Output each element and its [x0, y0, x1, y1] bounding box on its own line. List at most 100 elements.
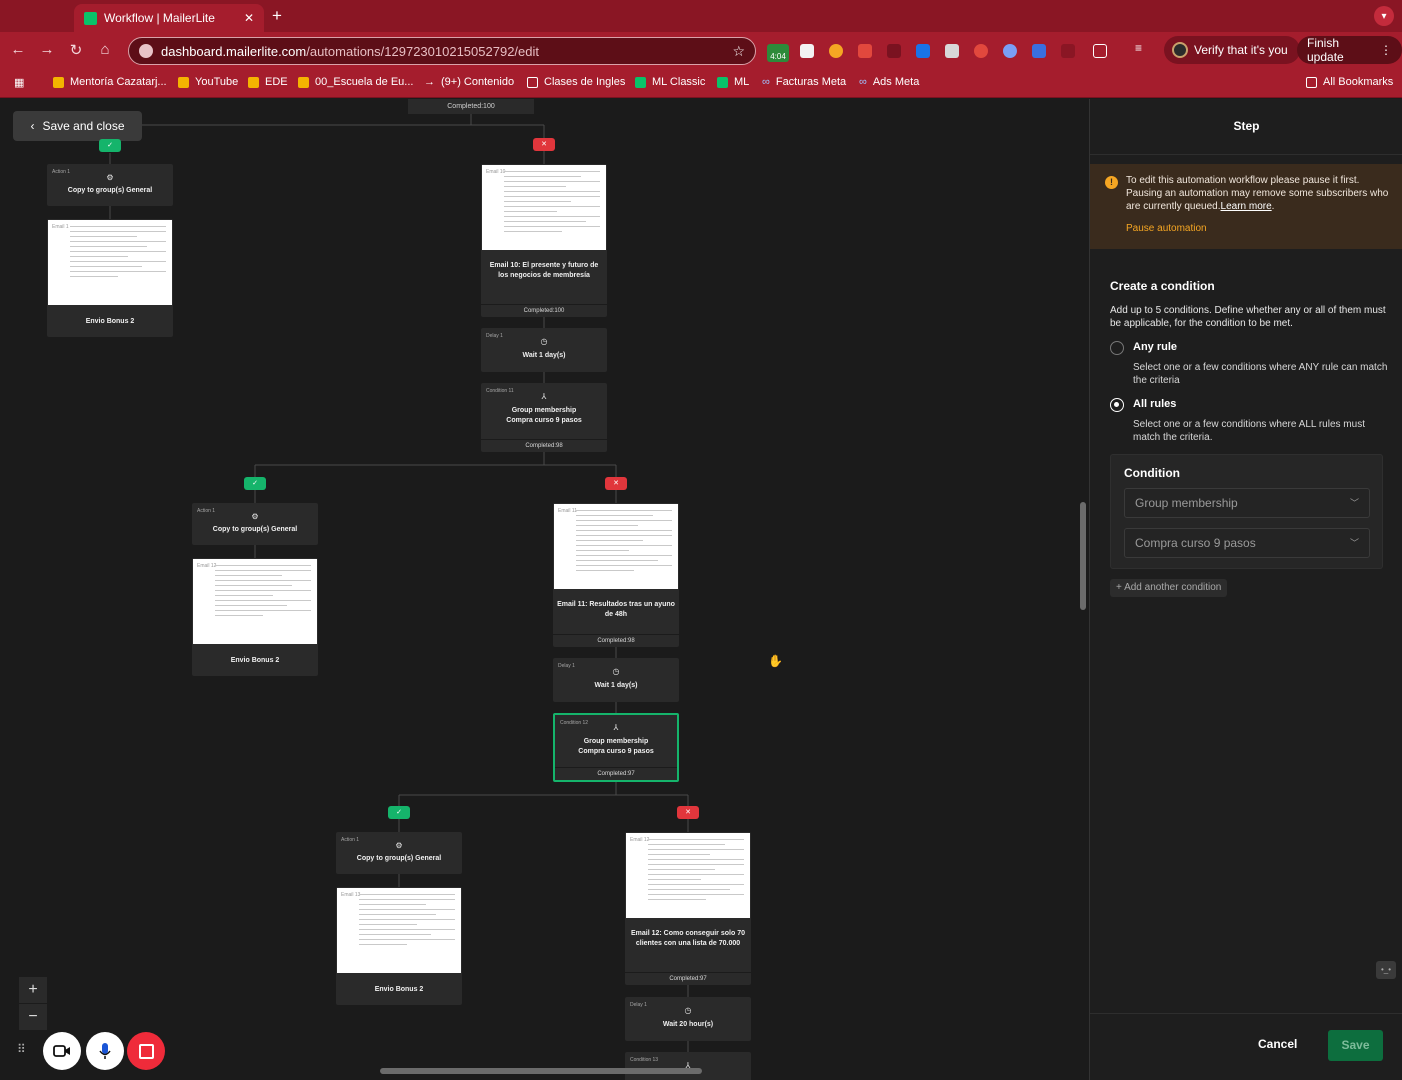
- finish-update-label: Finish update: [1307, 36, 1344, 64]
- email-node-bonus-2-2[interactable]: Email 12 Envio Bonus 2: [192, 558, 318, 676]
- canvas-horizontal-scrollbar[interactable]: [380, 1068, 702, 1074]
- zoom-out-button[interactable]: −: [19, 1004, 47, 1030]
- delay-node-3[interactable]: Delay 1 ◷ Wait 20 hour(s): [625, 997, 751, 1041]
- node-label: Envio Bonus 2: [374, 986, 424, 993]
- grab-hand-cursor-icon: ✋: [768, 654, 783, 668]
- reload-icon[interactable]: ↻: [67, 41, 85, 59]
- media-queue-icon[interactable]: ≡: [1135, 41, 1149, 55]
- extension-icon-2[interactable]: [829, 44, 843, 58]
- calendar-extension-badge[interactable]: 4:04: [767, 44, 789, 62]
- node-completed: Completed:97: [555, 767, 677, 780]
- condition-node-11[interactable]: Condition 11 ⅄ Group membership Compra c…: [481, 383, 607, 452]
- arrow-icon: →: [424, 76, 435, 88]
- extension-icon-5[interactable]: [916, 44, 930, 58]
- extension-icon-7[interactable]: [974, 44, 988, 58]
- action-node-copy-general-2[interactable]: Action 1 ⚙ Copy to group(s) General: [192, 503, 318, 545]
- extension-icon-10[interactable]: [1061, 44, 1075, 58]
- all-bookmarks[interactable]: All Bookmarks: [1306, 76, 1393, 88]
- any-rule-radio[interactable]: [1110, 341, 1124, 355]
- bookmark-clases-ingles[interactable]: Clases de Ingles: [527, 76, 625, 88]
- bookmark-mentoria[interactable]: Mentoría Cazatarj...: [53, 76, 167, 88]
- stop-recording-button[interactable]: [127, 1032, 165, 1070]
- camera-extension-icon[interactable]: [945, 44, 959, 58]
- cancel-button[interactable]: Cancel: [1258, 1037, 1297, 1051]
- zoom-in-button[interactable]: +: [19, 977, 47, 1003]
- bookmark-contenido[interactable]: → (9+) Contenido: [424, 76, 514, 88]
- pause-automation-link[interactable]: Pause automation: [1126, 222, 1207, 235]
- email-preview: Email 13: [337, 888, 461, 973]
- mailerlite-favicon-icon: [84, 11, 97, 25]
- save-and-close-label: Save and close: [42, 119, 125, 133]
- node-label-value: Compra curso 9 pasos: [506, 417, 582, 424]
- node-completed: Completed:100: [481, 304, 607, 317]
- extension-icon-3[interactable]: [858, 44, 872, 58]
- workflow-canvas[interactable]: ‹ Save and close Completed:100 ✓ ✕ Actio…: [0, 99, 1077, 1080]
- verify-identity-chip[interactable]: Verify that it's you: [1164, 36, 1300, 64]
- save-and-close-button[interactable]: ‹ Save and close: [13, 111, 142, 141]
- extensions-puzzle-icon[interactable]: [1093, 44, 1107, 58]
- tab-workflow[interactable]: Workflow | MailerLite ✕: [74, 4, 264, 32]
- condition-node-13[interactable]: Condition 13 ⅄: [625, 1052, 751, 1080]
- email-node-12[interactable]: Email 12 Email 12: Como conseguir solo 7…: [625, 832, 751, 985]
- delay-node-2[interactable]: Delay 1 ◷ Wait 1 day(s): [553, 658, 679, 702]
- feedback-icon[interactable]: •_•: [1376, 961, 1396, 979]
- forward-icon[interactable]: →: [38, 41, 56, 58]
- bookmark-ml-classic[interactable]: ML Classic: [635, 76, 705, 88]
- site-info-icon[interactable]: [139, 44, 153, 58]
- node-completed: Completed:97: [625, 972, 751, 985]
- extension-icon-4[interactable]: [887, 44, 901, 58]
- pause-warning-banner: ! To edit this automation workflow pleas…: [1090, 164, 1402, 249]
- bookmark-escuela[interactable]: 00_Escuela de Eu...: [298, 76, 413, 88]
- gmail-extension-icon[interactable]: [800, 44, 814, 58]
- canvas-vertical-scrollbar[interactable]: [1080, 502, 1086, 610]
- address-bar[interactable]: dashboard.mailerlite.com/automations/129…: [128, 37, 756, 65]
- condition-node-12[interactable]: Condition 12 ⅄ Group membership Compra c…: [553, 713, 679, 782]
- url-host: dashboard.mailerlite.com: [161, 43, 307, 59]
- node-label: Wait 1 day(s): [522, 352, 566, 359]
- back-icon[interactable]: ←: [9, 41, 27, 58]
- microphone-toggle-button[interactable]: [86, 1032, 124, 1070]
- learn-more-link[interactable]: Learn more: [1221, 201, 1272, 212]
- microphone-icon: [99, 1043, 111, 1059]
- any-rule-description: Select one or a few conditions where ANY…: [1133, 362, 1388, 386]
- tab-search-chevron-icon[interactable]: ▾: [1374, 6, 1394, 26]
- camera-toggle-button[interactable]: [43, 1032, 81, 1070]
- close-tab-icon[interactable]: ✕: [244, 11, 254, 25]
- extension-icon-9[interactable]: [1032, 44, 1046, 58]
- bookmark-youtube[interactable]: YouTube: [178, 76, 238, 88]
- email-node-11[interactable]: Email 11 Email 11: Resultados tras un ay…: [553, 503, 679, 647]
- action-node-copy-general-1[interactable]: Action 1 ⚙ Copy to group(s) General: [47, 164, 173, 206]
- mailerlite-icon: [635, 76, 646, 88]
- all-rules-title[interactable]: All rules: [1133, 398, 1176, 410]
- video-camera-icon: [53, 1045, 70, 1057]
- add-another-condition-button[interactable]: + Add another condition: [1110, 579, 1228, 597]
- bookmark-star-icon[interactable]: ☆: [732, 43, 745, 60]
- condition-value-select[interactable]: Compra curso 9 pasos ﹀: [1124, 528, 1370, 558]
- grid-drag-icon[interactable]: ⠿: [17, 1042, 31, 1056]
- email-node-bonus-2-1[interactable]: Email 1 Envio Bonus 2: [47, 219, 173, 337]
- node-label: Wait 1 day(s): [594, 682, 638, 689]
- condition-field-select[interactable]: Group membership ﹀: [1124, 488, 1370, 518]
- apps-grid-icon[interactable]: ▦: [14, 76, 24, 89]
- email-node-10[interactable]: Email 10 Email 10: El presente y futuro …: [481, 164, 607, 317]
- home-icon[interactable]: ⌂: [96, 41, 114, 58]
- delay-node-1[interactable]: Delay 1 ◷ Wait 1 day(s): [481, 328, 607, 372]
- bookmark-ads-meta[interactable]: ∞ Ads Meta: [859, 76, 919, 88]
- new-tab-icon[interactable]: +: [272, 6, 282, 26]
- finish-update-button[interactable]: Finish update ⋮: [1297, 36, 1402, 64]
- node-label: Email 11: Resultados tras un ayuno de 48…: [557, 601, 675, 618]
- email-preview: Email 10: [482, 165, 606, 250]
- save-button[interactable]: Save: [1328, 1030, 1383, 1061]
- bookmark-ml[interactable]: ML: [717, 76, 749, 88]
- email-node-bonus-2-3[interactable]: Email 13 Envio Bonus 2: [336, 887, 462, 1005]
- bookmark-label: EDE: [265, 76, 288, 88]
- bookmark-facturas-meta[interactable]: ∞ Facturas Meta: [762, 76, 846, 88]
- action-node-copy-general-3[interactable]: Action 1 ⚙ Copy to group(s) General: [336, 832, 462, 874]
- bookmark-ede[interactable]: EDE: [248, 76, 288, 88]
- all-rules-radio[interactable]: [1110, 398, 1124, 412]
- node-label: Email 10: El presente y futuro de los ne…: [489, 262, 599, 279]
- extension-icon-8[interactable]: [1003, 44, 1017, 58]
- browser-tab-bar: Workflow | MailerLite ✕ + ▾: [0, 0, 1402, 32]
- any-rule-title[interactable]: Any rule: [1133, 341, 1177, 353]
- node-kind: Email 13: [341, 892, 361, 898]
